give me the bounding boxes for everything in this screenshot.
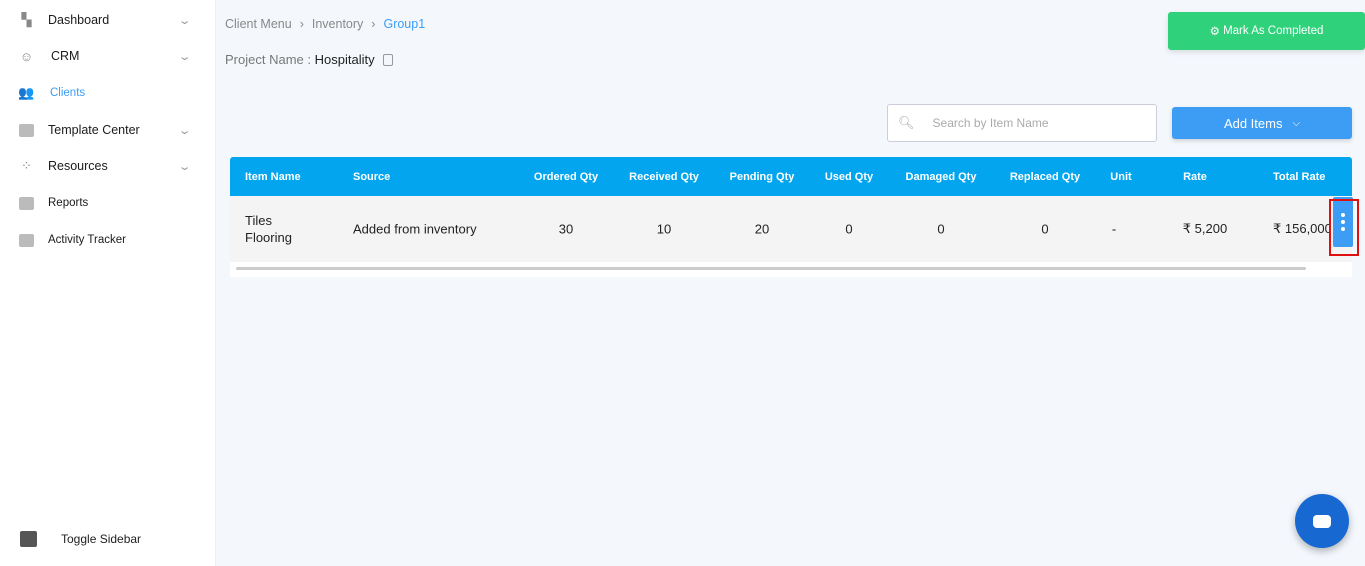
monitor-icon: [18, 233, 35, 248]
crm-icon: ☺: [19, 48, 34, 64]
header-ordered-qty: Ordered Qty: [533, 170, 599, 183]
cell-used-qty: 0: [845, 221, 853, 237]
header-item-name: Item Name: [245, 170, 301, 183]
cell-ordered-qty: 30: [558, 221, 574, 237]
cell-pending-qty: 20: [754, 221, 770, 237]
highlight-box: [1329, 199, 1359, 256]
header-rate: Rate: [1183, 170, 1207, 183]
header-pending-qty: Pending Qty: [729, 170, 795, 183]
breadcrumb-group: Group1: [383, 17, 426, 31]
add-items-button[interactable]: Add Items ⌵: [1172, 107, 1352, 139]
header-unit: Unit: [1110, 170, 1132, 183]
header-used-qty: Used Qty: [824, 170, 874, 183]
cell-item-name: Tiles Flooring: [245, 213, 292, 245]
table-row: Tiles Flooring Added from inventory 30 1…: [230, 196, 1352, 262]
header-damaged-qty: Damaged Qty: [905, 170, 977, 183]
sidebar-item-crm[interactable]: ☺ CRM ⌄: [0, 41, 216, 71]
dashboard-icon: ▚: [21, 12, 32, 27]
cell-replaced-qty: 0: [1041, 221, 1049, 237]
chevron-right-icon: ›: [371, 17, 376, 31]
resources-icon: ⁘: [21, 158, 32, 173]
chevron-down-icon: ⌄: [177, 160, 192, 173]
cell-source: Added from inventory: [353, 221, 477, 237]
search-icon: 🔍︎: [898, 115, 915, 130]
cell-received-qty: 10: [656, 221, 672, 237]
sidebar: ▚ Dashboard ⌄ ☺ CRM ⌄ 👥 Clients Template Cent…: [0, 0, 216, 566]
chevron-right-icon: ›: [299, 17, 304, 31]
clients-icon: 👥: [18, 85, 35, 100]
sidebar-item-clients[interactable]: 👥 Clients: [0, 78, 216, 108]
copy-icon[interactable]: [382, 54, 393, 66]
breadcrumb: Client Menu › Inventory › Group1: [225, 17, 425, 31]
search-input[interactable]: [932, 116, 1133, 130]
cell-total-rate: ₹ 156,000: [1273, 221, 1331, 236]
sidebar-item-activity-tracker[interactable]: Activity Tracker: [0, 225, 216, 255]
project-name: Project Name : Hospitality: [225, 52, 393, 67]
sidebar-item-dashboard[interactable]: ▚ Dashboard ⌄: [0, 5, 216, 35]
chevron-down-icon: ⌵: [1292, 117, 1301, 129]
header-source: Source: [353, 170, 391, 183]
breadcrumb-client-menu[interactable]: Client Menu: [225, 17, 292, 31]
chevron-down-icon: ⌄: [177, 124, 192, 137]
header-received-qty: Received Qty: [629, 170, 699, 183]
sidebar-item-template-center[interactable]: Template Center ⌄: [0, 115, 216, 145]
cell-rate: ₹ 5,200: [1182, 221, 1228, 236]
chevron-down-icon: ⌄: [177, 50, 192, 63]
chat-icon: [1313, 514, 1331, 528]
horizontal-scrollbar[interactable]: [236, 267, 1306, 270]
mark-as-completed-button[interactable]: ⚙ Mark As Completed: [1168, 12, 1365, 50]
chevron-down-icon: ⌄: [177, 14, 192, 27]
reports-icon: [18, 196, 35, 211]
inventory-table: Item Name Source Ordered Qty Received Qt…: [230, 157, 1353, 277]
cell-damaged-qty: 0: [937, 221, 945, 237]
cell-unit: -: [1111, 221, 1117, 237]
table-header: Item Name Source Ordered Qty Received Qt…: [230, 157, 1352, 196]
sidebar-item-reports[interactable]: Reports: [0, 188, 216, 218]
search-box: 🔍︎: [887, 104, 1157, 142]
template-icon: [18, 123, 35, 138]
toggle-sidebar-button[interactable]: Toggle Sidebar: [0, 525, 216, 553]
header-total-rate: Total Rate: [1273, 170, 1326, 183]
sidebar-item-resources[interactable]: ⁘ Resources ⌄: [0, 151, 216, 181]
breadcrumb-inventory[interactable]: Inventory: [312, 17, 363, 31]
sidebar-toggle-icon: [20, 531, 37, 547]
header-replaced-qty: Replaced Qty: [1009, 170, 1081, 183]
badge-icon: ⚙: [1209, 26, 1224, 38]
chat-button[interactable]: [1295, 494, 1349, 548]
